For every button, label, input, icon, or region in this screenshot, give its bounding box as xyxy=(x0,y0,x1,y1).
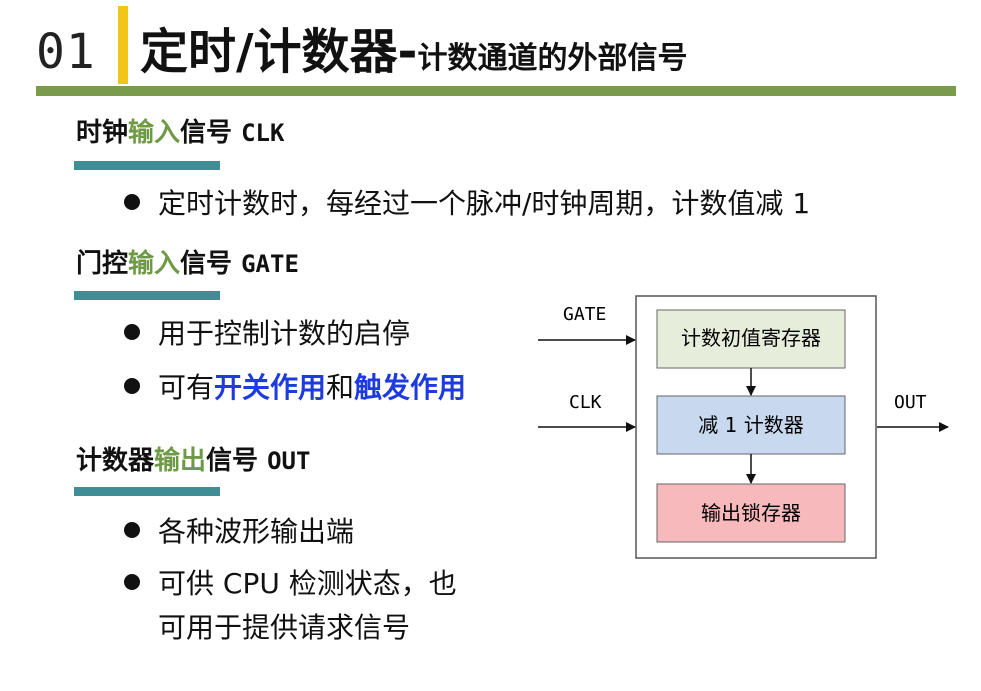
initial-value-register-label: 计数初值寄存器 xyxy=(681,326,821,350)
out-signal-label: OUT xyxy=(894,392,927,413)
output-latch-label: 输出锁存器 xyxy=(701,501,801,525)
clk-signal-label: CLK xyxy=(569,392,602,413)
down-counter-label: 减 1 计数器 xyxy=(698,413,803,437)
gate-signal-label: GATE xyxy=(563,304,606,325)
counter-block-diagram: 计数初值寄存器 减 1 计数器 输出锁存器 GATE CLK OUT xyxy=(538,295,949,559)
